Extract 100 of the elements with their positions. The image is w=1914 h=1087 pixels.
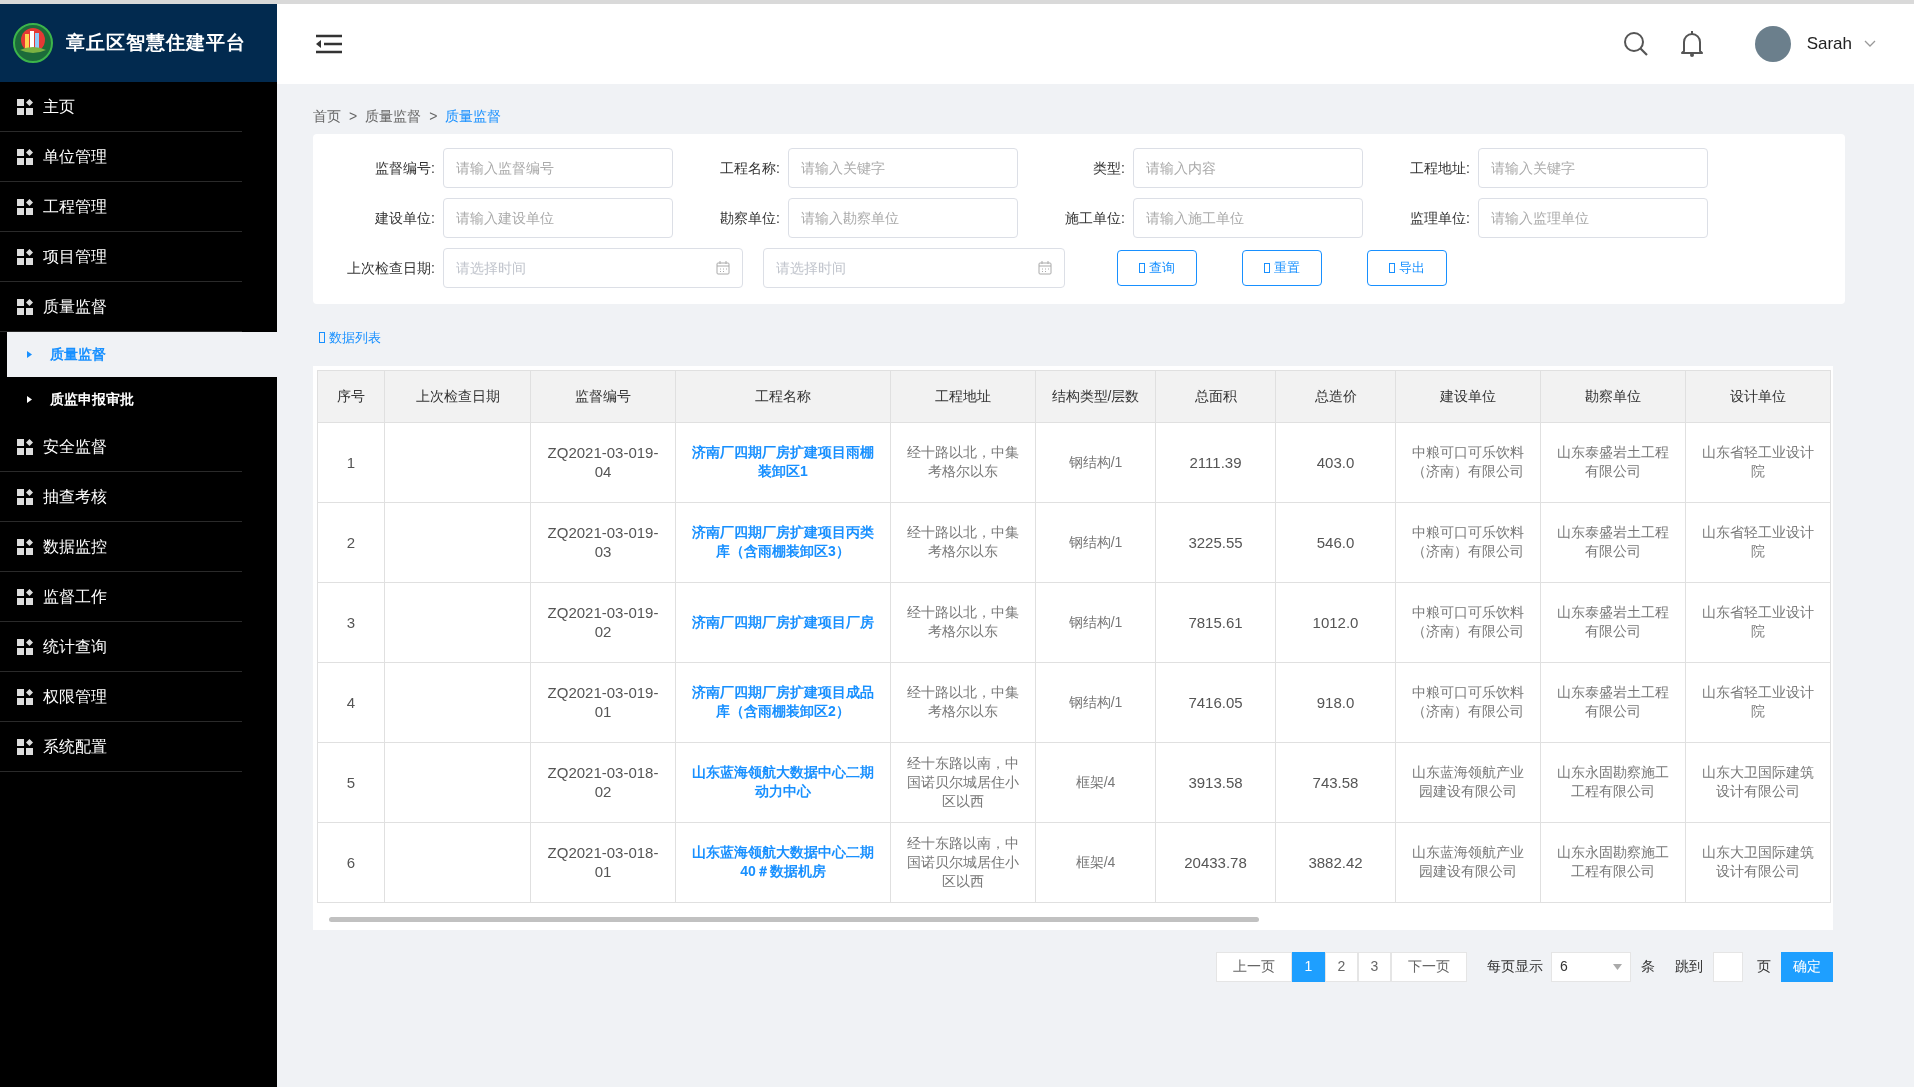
table-cell-text: 403.0 xyxy=(1315,452,1356,472)
table-cell-text: 山东蓝海领航产业园建设有限公司 xyxy=(1411,763,1525,801)
table-cell-text: 钢结构/1 xyxy=(1067,692,1124,712)
input-field[interactable]: 请输入勘察单位 xyxy=(788,198,1018,238)
table-cell-text: 4 xyxy=(345,692,357,712)
input-field[interactable]: 请输入建设单位 xyxy=(443,198,673,238)
table-cell-text: 山东泰盛岩土工程有限公司 xyxy=(1556,603,1670,641)
prev-page-button[interactable]: 上一页 xyxy=(1216,951,1292,982)
table-cell-text: 经十东路以南，中国诺贝尔城居住小区以西 xyxy=(906,833,1020,891)
chevron-down-icon[interactable] xyxy=(1864,40,1876,48)
jump-label: 跳到 xyxy=(1675,957,1703,976)
search-icon[interactable] xyxy=(1622,31,1649,57)
grid-icon xyxy=(17,588,33,605)
table-cell-text: 山东泰盛岩土工程有限公司 xyxy=(1556,683,1670,721)
table-cell-text: 3 xyxy=(345,612,357,632)
grid-icon xyxy=(17,538,33,555)
horizontal-scrollbar[interactable] xyxy=(329,916,1259,922)
table-cell-text: 山东省轻工业设计院 xyxy=(1701,523,1815,561)
table-cell-text: 经十东路以南，中国诺贝尔城居住小区以西 xyxy=(906,753,1020,811)
notification-bell-icon[interactable] xyxy=(1680,31,1703,57)
table-cell-text: 中粮可口可乐饮料（济南）有限公司 xyxy=(1411,683,1525,721)
menu-item[interactable]: 单位管理 xyxy=(0,132,242,182)
caret-down-icon xyxy=(1613,963,1622,970)
per-page-label: 每页显示 xyxy=(1487,957,1543,976)
breadcrumb-link[interactable]: 质量监督 xyxy=(445,105,502,127)
table-cell-text: 经十路以北，中集考格尔以东 xyxy=(906,683,1020,721)
breadcrumb-separator: > xyxy=(349,106,358,126)
input-field[interactable]: 请输入关键字 xyxy=(1478,148,1708,188)
table-cell-text: ZQ2021-03-019-01 xyxy=(546,683,660,721)
menu-collapse-icon[interactable] xyxy=(315,34,343,54)
input-field[interactable]: 请输入监理单位 xyxy=(1478,198,1708,238)
menu-item[interactable]: 数据监控 xyxy=(0,522,242,572)
submenu-item[interactable]: 质监申报审批 xyxy=(7,377,277,422)
field-label: 工程名称: xyxy=(719,158,781,178)
unit-label: 条 xyxy=(1641,957,1655,976)
page-size-select[interactable]: 6 xyxy=(1551,951,1631,982)
menu-item[interactable]: 项目管理 xyxy=(0,232,242,282)
table-cell-text: 1 xyxy=(345,452,357,472)
table-cell-text: ZQ2021-03-019-04 xyxy=(546,443,660,481)
user-name[interactable]: Sarah xyxy=(1806,31,1852,57)
table-cell-text: 钢结构/1 xyxy=(1067,452,1124,472)
page-button[interactable]: 2 xyxy=(1325,951,1358,982)
table-cell-text: 7815.61 xyxy=(1187,612,1244,632)
field-label: 建设单位: xyxy=(374,208,436,228)
table-cell-text: 中粮可口可乐饮料（济南）有限公司 xyxy=(1411,523,1525,561)
table-cell-text: 山东大卫国际建筑设计有限公司 xyxy=(1701,763,1815,801)
filter-button[interactable]: 导出 xyxy=(1367,250,1447,286)
table-cell-text: 框架/4 xyxy=(1074,772,1117,792)
table-cell-text: 经十路以北，中集考格尔以东 xyxy=(906,603,1020,641)
input-field[interactable]: 请输入监督编号 xyxy=(443,148,673,188)
table-cell-text: 山东省轻工业设计院 xyxy=(1701,443,1815,481)
menu-item[interactable]: 主页 xyxy=(0,82,242,132)
column-header: 总造价 xyxy=(1275,370,1396,422)
menu-item[interactable]: 抽查考核 xyxy=(0,472,242,522)
field-label: 勘察单位: xyxy=(719,208,781,228)
menu-item[interactable]: 权限管理 xyxy=(0,672,242,722)
table-cell-text: 918.0 xyxy=(1315,692,1356,712)
table-cell-text: 中粮可口可乐饮料（济南）有限公司 xyxy=(1411,443,1525,481)
field-label: 监理单位: xyxy=(1409,208,1471,228)
column-header: 勘察单位 xyxy=(1540,370,1686,422)
grid-icon xyxy=(17,298,33,315)
breadcrumb-link[interactable]: 首页 xyxy=(313,105,341,127)
table-cell-text: 钢结构/1 xyxy=(1067,532,1124,552)
menu-item[interactable]: 统计查询 xyxy=(0,622,242,672)
section-title: 数据列表 xyxy=(329,329,381,347)
table-cell-text: 5 xyxy=(345,772,357,792)
calendar-icon xyxy=(716,261,730,275)
table-cell-text: 20433.78 xyxy=(1183,852,1248,872)
table-cell-text: ZQ2021-03-019-03 xyxy=(546,523,660,561)
page-number-input[interactable] xyxy=(1713,951,1743,982)
user-avatar[interactable] xyxy=(1754,26,1791,62)
column-header: 建设单位 xyxy=(1395,370,1541,422)
menu-item[interactable]: 监督工作 xyxy=(0,572,242,622)
menu-item[interactable]: 工程管理 xyxy=(0,182,242,232)
field-label: 类型: xyxy=(1092,158,1126,178)
table-cell-text: 山东蓝海领航产业园建设有限公司 xyxy=(1411,843,1525,881)
table-cell-text: 山东大卫国际建筑设计有限公司 xyxy=(1701,843,1815,881)
table-cell-text: 7416.05 xyxy=(1187,692,1244,712)
table-cell-text: ZQ2021-03-018-01 xyxy=(546,843,660,881)
filter-button[interactable]: 查询 xyxy=(1117,250,1197,286)
breadcrumb-link[interactable]: 质量监督 xyxy=(365,105,422,127)
filter-button[interactable]: 重置 xyxy=(1242,250,1322,286)
page-button[interactable]: 3 xyxy=(1358,951,1391,982)
input-field[interactable]: 请输入关键字 xyxy=(788,148,1018,188)
breadcrumb-separator: > xyxy=(429,106,438,126)
grid-icon xyxy=(17,98,33,115)
table-cell-text: 山东永固勘察施工工程有限公司 xyxy=(1556,763,1670,801)
input-field[interactable]: 请输入内容 xyxy=(1133,148,1363,188)
table-cell-text: 546.0 xyxy=(1315,532,1356,552)
input-field[interactable]: 请输入施工单位 xyxy=(1133,198,1363,238)
table-cell-text: 山东省轻工业设计院 xyxy=(1701,603,1815,641)
caret-right-icon xyxy=(27,351,32,358)
next-page-button[interactable]: 下一页 xyxy=(1391,951,1467,982)
menu-item[interactable]: 系统配置 xyxy=(0,722,242,772)
column-header: 上次检查日期 xyxy=(384,370,531,422)
grid-icon xyxy=(17,738,33,755)
field-label: 监督编号: xyxy=(374,158,436,178)
menu-item[interactable]: 安全监督 xyxy=(0,422,242,472)
table-cell-text: ZQ2021-03-019-02 xyxy=(546,603,660,641)
column-header: 工程名称 xyxy=(675,370,891,422)
